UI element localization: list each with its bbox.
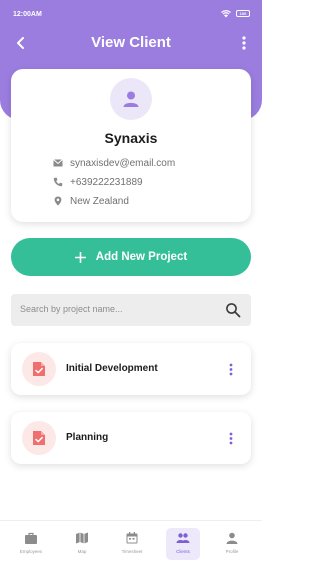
project-search-input[interactable]: Search by project name...	[11, 294, 251, 326]
nav-label-clients: Clients	[176, 549, 190, 554]
briefcase-icon	[25, 532, 37, 544]
page-title: View Client	[91, 34, 171, 51]
project-icon-wrapper	[22, 352, 56, 386]
battery-level: 100	[239, 11, 247, 16]
mail-icon	[53, 159, 63, 167]
project-icon-wrapper	[22, 421, 56, 455]
client-email-row: synaxisdev@email.com	[53, 156, 175, 170]
status-time: 12:00AM	[13, 11, 42, 18]
wifi-icon	[221, 10, 231, 18]
add-new-project-button[interactable]: Add New Project	[11, 238, 251, 276]
client-phone: +639222231889	[70, 176, 143, 188]
project-more-button[interactable]	[227, 429, 235, 447]
client-avatar	[110, 78, 152, 120]
status-icons: 100	[220, 9, 250, 18]
status-bar: 12:00AM 100	[0, 0, 262, 28]
nav-item-map[interactable]: Map	[65, 528, 99, 560]
battery-icon: 100	[236, 10, 250, 17]
nav-item-employees[interactable]: Employees	[14, 528, 48, 560]
search-placeholder: Search by project name...	[20, 304, 123, 314]
person-icon	[123, 91, 139, 107]
nav-item-timesheet[interactable]: Timesheet	[115, 528, 149, 560]
project-card[interactable]: Planning	[11, 412, 251, 464]
plus-icon	[74, 251, 86, 263]
more-vertical-icon	[229, 363, 233, 375]
nav-item-clients[interactable]: Clients	[166, 528, 200, 560]
calendar-icon	[126, 532, 138, 544]
client-location-row: New Zealand	[53, 194, 129, 208]
person-icon	[226, 532, 238, 544]
nav-item-profile[interactable]: Profile	[215, 528, 249, 560]
client-location: New Zealand	[70, 195, 129, 207]
search-icon[interactable]	[225, 302, 241, 318]
project-name: Planning	[66, 432, 109, 443]
location-pin-icon	[54, 196, 62, 206]
client-card: Synaxis synaxisdev@email.com +6392222318…	[11, 69, 251, 222]
map-icon	[76, 532, 88, 544]
document-check-icon	[33, 431, 45, 445]
client-email: synaxisdev@email.com	[70, 157, 176, 169]
more-vertical-icon	[242, 36, 246, 50]
top-bar: View Client	[0, 32, 262, 54]
add-new-project-label: Add New Project	[95, 251, 188, 263]
more-vertical-icon	[229, 432, 233, 444]
phone-icon	[53, 177, 63, 187]
header-more-button[interactable]	[240, 34, 248, 52]
nav-label-map: Map	[77, 549, 87, 554]
document-check-icon	[33, 362, 45, 376]
project-card[interactable]: Initial Development	[11, 343, 251, 395]
people-icon	[176, 533, 190, 543]
bottom-navigation: Employees Map Timesheet Clients Profile	[0, 520, 262, 566]
client-name: Synaxis	[104, 130, 158, 146]
client-phone-row: +639222231889	[53, 175, 143, 189]
project-more-button[interactable]	[227, 360, 235, 378]
nav-label-profile: Profile	[225, 549, 239, 554]
nav-label-employees: Employees	[19, 549, 43, 554]
project-name: Initial Development	[66, 363, 158, 374]
nav-label-timesheet: Timesheet	[121, 549, 143, 554]
